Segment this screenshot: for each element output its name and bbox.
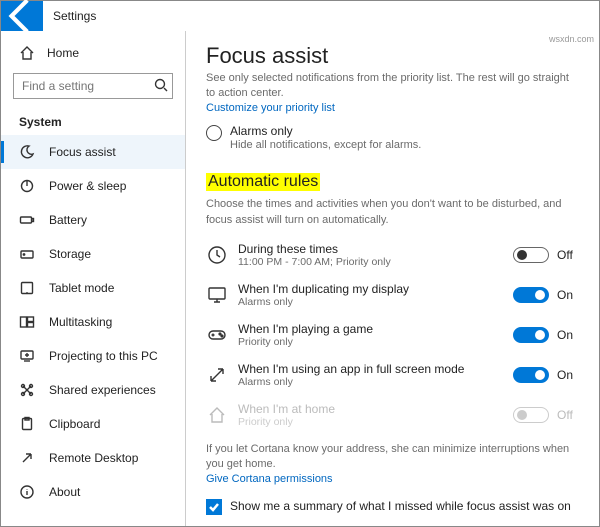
checkbox-checked-icon <box>206 499 222 515</box>
tablet-icon <box>19 280 35 296</box>
summary-checkbox-row[interactable]: Show me a summary of what I missed while… <box>206 499 579 515</box>
alarms-only-label: Alarms only <box>230 124 421 138</box>
sidebar-item-storage[interactable]: Storage <box>1 237 185 271</box>
sidebar-item-label: Battery <box>49 213 87 227</box>
cortana-permissions-link[interactable]: Give Cortana permissions <box>206 473 579 485</box>
rule-duplicating-display[interactable]: When I'm duplicating my display Alarms o… <box>206 282 579 308</box>
sidebar-item-label: Shared experiences <box>49 383 156 397</box>
sidebar-item-multitasking[interactable]: Multitasking <box>1 305 185 339</box>
rule-sub: Priority only <box>238 336 503 348</box>
moon-icon <box>19 144 35 160</box>
sidebar-item-shared-experiences[interactable]: Shared experiences <box>1 373 185 407</box>
sidebar-home-label: Home <box>47 46 79 60</box>
sidebar-item-battery[interactable]: Battery <box>1 203 185 237</box>
page-title: Focus assist <box>206 43 579 69</box>
sidebar-section: System <box>1 109 185 131</box>
sidebar: Home System Focus assist Power & sleep B… <box>1 31 186 526</box>
rule-toggle-state: Off <box>557 408 579 422</box>
automatic-rules-description: Choose the times and activities when you… <box>206 197 579 228</box>
sidebar-item-label: About <box>49 485 80 499</box>
storage-icon <box>19 246 35 262</box>
summary-checkbox-label: Show me a summary of what I missed while… <box>230 499 571 513</box>
rule-playing-game[interactable]: When I'm playing a game Priority only On <box>206 322 579 348</box>
sidebar-item-label: Projecting to this PC <box>49 349 158 363</box>
power-icon <box>19 178 35 194</box>
rule-toggle <box>513 407 549 423</box>
sidebar-item-label: Storage <box>49 247 91 261</box>
radio-icon <box>206 125 222 141</box>
home-icon <box>19 45 35 61</box>
search-input[interactable] <box>13 73 173 99</box>
alarms-only-option[interactable]: Alarms only Hide all notifications, exce… <box>206 124 579 153</box>
battery-icon <box>19 212 35 228</box>
sidebar-item-power-sleep[interactable]: Power & sleep <box>1 169 185 203</box>
rule-toggle[interactable] <box>513 367 549 383</box>
sidebar-item-label: Clipboard <box>49 417 100 431</box>
sidebar-item-remote-desktop[interactable]: Remote Desktop <box>1 441 185 475</box>
projecting-icon <box>19 348 35 364</box>
rule-toggle-state: Off <box>557 248 579 262</box>
watermark: wsxdn.com <box>549 34 594 44</box>
priority-description: See only selected notifications from the… <box>206 71 579 102</box>
share-icon <box>19 382 35 398</box>
rule-toggle[interactable] <box>513 327 549 343</box>
rule-toggle-state: On <box>557 368 579 382</box>
rule-at-home: When I'm at home Priority only Off <box>206 402 579 428</box>
rule-sub: Alarms only <box>238 296 503 308</box>
sidebar-item-label: Multitasking <box>49 315 112 329</box>
rule-title: During these times <box>238 242 503 256</box>
rule-fullscreen-app[interactable]: When I'm using an app in full screen mod… <box>206 362 579 388</box>
sidebar-item-tablet-mode[interactable]: Tablet mode <box>1 271 185 305</box>
clipboard-icon <box>19 416 35 432</box>
sidebar-item-about[interactable]: About <box>1 475 185 509</box>
monitor-icon <box>206 284 228 306</box>
rule-sub: Alarms only <box>238 376 503 388</box>
sidebar-home[interactable]: Home <box>1 37 185 69</box>
customize-priority-link[interactable]: Customize your priority list <box>206 102 579 114</box>
back-button[interactable] <box>1 1 43 31</box>
gamepad-icon <box>206 324 228 346</box>
content-pane: Focus assist See only selected notificat… <box>186 31 599 526</box>
remote-icon <box>19 450 35 466</box>
rule-title: When I'm at home <box>238 402 503 416</box>
rule-toggle-state: On <box>557 328 579 342</box>
cortana-description: If you let Cortana know your address, sh… <box>206 442 579 473</box>
rule-sub: 11:00 PM - 7:00 AM; Priority only <box>238 256 503 268</box>
home-icon <box>206 404 228 426</box>
rule-title: When I'm playing a game <box>238 322 503 336</box>
sidebar-item-focus-assist[interactable]: Focus assist <box>1 135 185 169</box>
sidebar-item-label: Focus assist <box>49 145 116 159</box>
rule-toggle[interactable] <box>513 247 549 263</box>
alarms-only-sub: Hide all notifications, except for alarm… <box>230 138 421 153</box>
sidebar-item-projecting[interactable]: Projecting to this PC <box>1 339 185 373</box>
sidebar-item-label: Power & sleep <box>49 179 126 193</box>
automatic-rules-heading: Automatic rules <box>206 173 320 191</box>
sidebar-item-clipboard[interactable]: Clipboard <box>1 407 185 441</box>
search-icon[interactable] <box>153 77 169 93</box>
rule-sub: Priority only <box>238 416 503 428</box>
clock-icon <box>206 244 228 266</box>
fullscreen-icon <box>206 364 228 386</box>
info-icon <box>19 484 35 500</box>
rule-during-times[interactable]: During these times 11:00 PM - 7:00 AM; P… <box>206 242 579 268</box>
rule-title: When I'm duplicating my display <box>238 282 503 296</box>
rule-toggle[interactable] <box>513 287 549 303</box>
window-title: Settings <box>53 9 96 23</box>
multitask-icon <box>19 314 35 330</box>
rule-toggle-state: On <box>557 288 579 302</box>
sidebar-item-label: Remote Desktop <box>49 451 138 465</box>
sidebar-item-label: Tablet mode <box>49 281 114 295</box>
rule-title: When I'm using an app in full screen mod… <box>238 362 503 376</box>
